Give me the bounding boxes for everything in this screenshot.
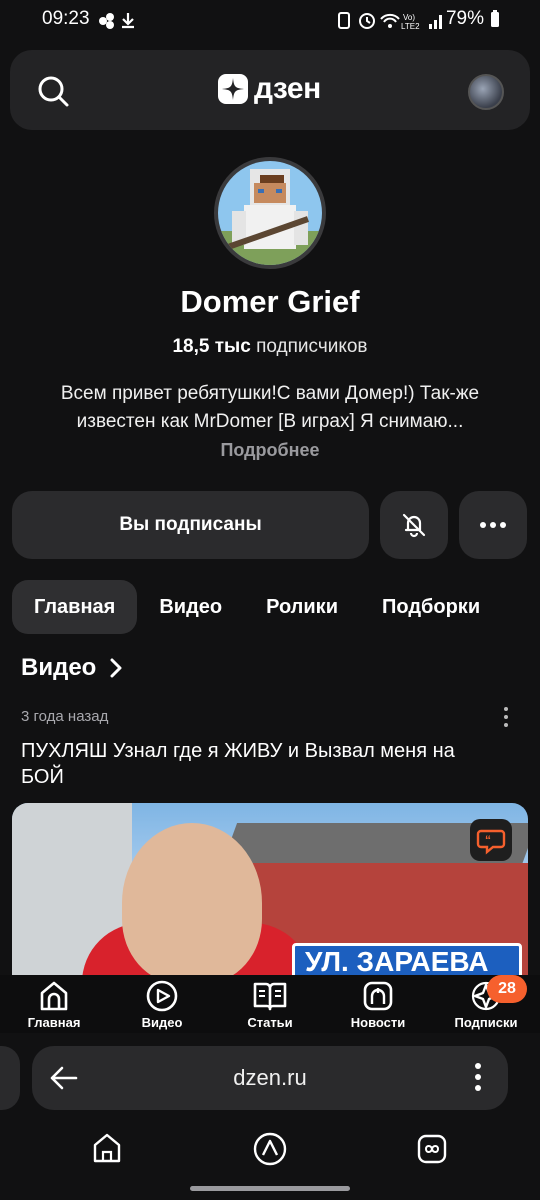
book-icon (253, 982, 287, 1011)
subscriber-number: 18,5 тыс (172, 336, 251, 357)
tab-shorts[interactable]: Ролики (244, 580, 360, 634)
battery-icon (491, 10, 499, 27)
nav-video[interactable]: Видео (108, 975, 216, 1033)
nav-home[interactable]: Главная (0, 975, 108, 1033)
notification-icons (98, 11, 142, 29)
nav-home-label: Главная (27, 1015, 81, 1030)
tab-main[interactable]: Главная (12, 580, 138, 634)
search-icon[interactable] (36, 74, 70, 108)
video-thumbnail[interactable]: УЛ. ЗАРАЕВА “ (12, 803, 528, 975)
dzen-logo-icon (218, 74, 248, 104)
browser-home-icon[interactable] (90, 1131, 124, 1165)
comment-icon[interactable]: “ (470, 819, 512, 861)
section-title: Видео (21, 654, 97, 681)
battery-percent: 79% (445, 8, 484, 29)
nav-news[interactable]: Новости (324, 975, 432, 1033)
thumb-person-face (122, 823, 262, 975)
channel-tabs: Главная Видео Ролики Подборки (12, 580, 540, 634)
news-icon (363, 981, 393, 1011)
url-text[interactable]: dzen.ru (32, 1065, 508, 1091)
tab-collections[interactable]: Подборки (360, 580, 502, 634)
browser-address-bar[interactable]: dzen.ru (32, 1046, 508, 1110)
previous-tab-pill[interactable] (0, 1046, 20, 1110)
battery-indicator: 79% (446, 8, 500, 30)
more-horizontal-icon (480, 522, 506, 528)
system-status-icons: Vo) LTE2 (337, 10, 443, 32)
svg-text:LTE2: LTE2 (401, 22, 420, 31)
subscribed-button[interactable]: Вы подписаны (12, 491, 369, 559)
bottom-navigation: Главная Видео Статьи Новости Подписки (0, 975, 540, 1033)
browser-menu-icon[interactable] (474, 1062, 482, 1092)
channel-avatar (214, 157, 326, 269)
post-date: 3 года назад (21, 708, 109, 725)
user-avatar[interactable] (468, 74, 504, 110)
status-bar: 09:23 Vo) LTE2 79% (0, 0, 540, 40)
dzen-logo-text: дзен (254, 72, 321, 105)
nav-video-label: Видео (141, 1015, 183, 1030)
home-indicator[interactable] (190, 1186, 350, 1191)
channel-name: Domer Grief (180, 284, 360, 319)
subscriptions-badge: 28 (487, 975, 527, 1003)
post-menu-icon[interactable] (496, 706, 516, 728)
post-title[interactable]: ПУХЛЯШ Узнал где я ЖИВУ и Вызвал меня на… (21, 738, 501, 790)
thumb-street-sign: УЛ. ЗАРАЕВА (292, 943, 522, 975)
home-icon (40, 981, 68, 1011)
status-time: 09:23 (42, 8, 90, 29)
nav-news-label: Новости (350, 1015, 406, 1030)
more-link[interactable]: Подробнее (0, 440, 540, 461)
subscriber-count: 18,5 тыс подписчиков (0, 336, 540, 358)
video-section-header[interactable]: Видео (21, 654, 122, 682)
svg-text:“: “ (485, 833, 491, 847)
alice-assistant-icon[interactable] (252, 1131, 288, 1167)
nav-articles[interactable]: Статьи (216, 975, 324, 1033)
nav-subscriptions-label: Подписки (454, 1015, 518, 1030)
more-options-button[interactable] (459, 491, 527, 559)
subscriber-label: подписчиков (256, 336, 368, 357)
notifications-button[interactable] (380, 491, 448, 559)
tabs-icon[interactable] (416, 1133, 448, 1165)
dzen-logo[interactable]: дзен (218, 72, 321, 106)
play-icon (146, 980, 178, 1012)
tab-video[interactable]: Видео (137, 580, 244, 634)
channel-description: Всем привет ребятушки!С вами Домер!) Так… (60, 383, 480, 432)
top-header: дзен (10, 50, 530, 130)
svg-text:Vo): Vo) (403, 13, 415, 22)
bell-off-icon (402, 513, 426, 538)
chevron-right-icon (110, 658, 122, 678)
nav-articles-label: Статьи (247, 1015, 293, 1030)
